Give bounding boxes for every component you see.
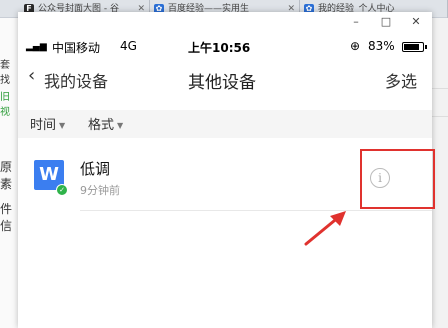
filter-format[interactable]: 格式 ▼ — [88, 114, 123, 133]
caret-down-icon: ▼ — [117, 121, 124, 130]
back-button[interactable]: 我的设备 — [44, 68, 108, 92]
battery-percent: 83% — [368, 39, 395, 53]
row-divider — [80, 210, 432, 211]
background-divider — [432, 88, 448, 89]
file-name: 低调 — [80, 160, 111, 178]
filter-bar: 时间 ▼ 格式 ▼ — [18, 110, 432, 138]
close-icon[interactable]: ✕ — [406, 15, 426, 28]
status-bar: ▂▄▆ 中国移动 4G 上午10:56 ⊕ 83% — [18, 36, 432, 58]
annotation-arrow-icon — [304, 211, 346, 246]
status-time: 上午10:56 — [188, 41, 251, 55]
maximize-icon[interactable]: □ — [376, 15, 396, 28]
orientation-lock-icon: ⊕ — [350, 39, 361, 53]
filter-time[interactable]: 时间 ▼ — [30, 114, 65, 133]
battery-nub — [425, 45, 427, 49]
background-text: 套找 — [0, 60, 10, 86]
filter-time-label: 时间 — [30, 118, 57, 133]
signal-icon: ▂▄▆ — [26, 42, 47, 52]
carrier-name: 中国移动 — [52, 41, 101, 55]
background-text: 原素 — [0, 160, 13, 191]
sync-check-icon: ✓ — [56, 184, 68, 196]
page-title: 其他设备 — [188, 73, 256, 93]
file-time: 9分钟前 — [80, 184, 120, 197]
battery-fill — [404, 44, 419, 50]
background-text: 件信 — [0, 202, 13, 233]
highlight-box — [360, 149, 435, 209]
background-divider — [432, 116, 448, 117]
filter-format-label: 格式 — [88, 118, 115, 133]
minimize-icon[interactable]: – — [346, 15, 366, 28]
multi-select-button[interactable]: 多选 — [385, 68, 417, 92]
caret-down-icon: ▼ — [59, 121, 66, 130]
back-arrow-icon[interactable]: ‹ — [28, 65, 35, 86]
window-controls: – □ ✕ — [342, 12, 432, 34]
network-type: 4G — [120, 39, 137, 53]
background-page: 套找 旧视 原素 件信 — [0, 18, 18, 328]
battery-icon — [402, 42, 427, 52]
nav-bar: ‹ 我的设备 其他设备 多选 — [18, 62, 432, 96]
background-text: 旧视 — [0, 92, 10, 118]
